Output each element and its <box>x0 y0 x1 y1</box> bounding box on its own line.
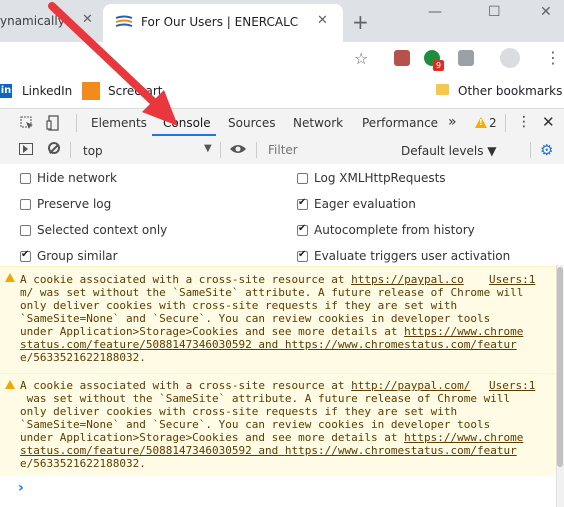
scrollbar-thumb[interactable] <box>557 267 563 467</box>
bookmark-star-icon[interactable]: ☆ <box>354 49 368 68</box>
tab-active[interactable]: For Our Users | ENERCALC ✕ <box>103 4 343 42</box>
filter-input[interactable] <box>262 140 404 160</box>
message-link[interactable]: https://www.chrome <box>404 325 523 338</box>
warning-icon <box>5 273 15 282</box>
preserve-log-label: Preserve log <box>37 197 112 211</box>
inspect-element-icon[interactable] <box>20 116 34 130</box>
toolbar-divider <box>505 114 506 132</box>
new-tab-button[interactable]: + <box>352 10 369 34</box>
minimize-button[interactable]: — <box>428 4 442 20</box>
message-line: e/5633521622188032. <box>20 351 146 364</box>
tab-sources[interactable]: Sources <box>228 116 275 130</box>
message-line: e/5633521622188032. <box>20 457 146 470</box>
close-window-button[interactable]: ✕ <box>540 4 552 20</box>
message-line: `SameSite=None` and `Secure`. You can re… <box>20 418 491 431</box>
message-line: A cookie associated with a cross-site re… <box>20 379 471 392</box>
pdf-extension-icon[interactable] <box>394 50 410 66</box>
folder-icon <box>436 84 449 95</box>
eval-triggers-label: Evaluate triggers user activation <box>314 249 511 263</box>
profile-avatar[interactable] <box>500 48 520 68</box>
toolbar-divider <box>256 142 257 158</box>
console-prompt-row[interactable] <box>0 476 556 500</box>
toolbar-divider <box>530 142 531 158</box>
warning-icon <box>5 380 15 389</box>
tab-console[interactable]: Console <box>163 116 211 130</box>
tab-network[interactable]: Network <box>293 116 343 130</box>
bookmark-screencast[interactable]: Scree art <box>108 84 162 98</box>
eval-triggers-checkbox[interactable] <box>297 249 308 262</box>
message-link[interactable]: https://paypal.co <box>351 273 464 286</box>
message-line: was set without the `SameSite` attribute… <box>20 392 511 405</box>
message-link[interactable]: https://www.chromestatus.com/featur <box>285 444 517 457</box>
message-line: under Application>Storage>Cookies and se… <box>20 325 524 338</box>
enercalc-favicon-icon <box>115 15 133 27</box>
selected-context-label: Selected context only <box>37 223 168 237</box>
other-bookmarks[interactable]: Other bookmarks <box>458 84 562 98</box>
tab-inactive[interactable]: ynamically ✕ <box>0 6 100 36</box>
log-xhr-label: Log XMLHttpRequests <box>314 171 446 185</box>
tab-title: ynamically <box>0 14 65 28</box>
group-similar-checkbox[interactable] <box>20 249 31 262</box>
toolbar-divider <box>220 142 221 158</box>
preserve-log-checkbox[interactable] <box>20 199 31 210</box>
log-xhr-checkbox[interactable] <box>297 173 308 184</box>
more-tabs-button[interactable]: » <box>448 114 457 130</box>
context-value: top <box>83 144 103 158</box>
address-bar-row <box>0 42 564 78</box>
extension-badge: 9 <box>433 60 444 71</box>
eager-eval-label: Eager evaluation <box>314 197 416 211</box>
message-line: only deliver cookies with cross-site req… <box>20 299 458 312</box>
warning-count[interactable]: 2 <box>489 116 497 130</box>
autocomplete-history-checkbox[interactable] <box>297 223 308 236</box>
maximize-button[interactable]: ☐ <box>488 4 501 20</box>
message-line: m/ was set without the `SameSite` attrib… <box>20 286 524 299</box>
autocomplete-history-label: Autocomplete from history <box>314 223 475 237</box>
warning-icon-glyph: ! <box>479 118 483 127</box>
message-source-link[interactable]: Users:1 <box>489 273 535 287</box>
message-source-link[interactable]: Users:1 <box>489 379 535 393</box>
console-prompt-icon: › <box>18 480 24 496</box>
message-line: A cookie associated with a cross-site re… <box>20 273 464 286</box>
tab-close-icon[interactable]: ✕ <box>317 13 328 28</box>
message-line: only deliver cookies with cross-site req… <box>20 405 458 418</box>
message-line: status.com/feature/5088147346030592 and … <box>20 444 517 457</box>
eye-icon[interactable] <box>229 143 247 155</box>
toolbar-divider <box>70 142 71 158</box>
message-line: `SameSite=None` and `Secure`. You can re… <box>20 312 491 325</box>
eager-eval-checkbox[interactable] <box>297 197 308 210</box>
message-link[interactable]: http://paypal.com/ <box>351 379 470 392</box>
linkedin-icon: in <box>0 84 12 98</box>
device-toolbar-icon[interactable] <box>46 115 60 131</box>
group-similar-label: Group similar <box>37 249 118 263</box>
log-levels-dropdown[interactable]: Default levels ▼ <box>401 144 497 158</box>
tab-performance[interactable]: Performance <box>362 116 438 130</box>
message-line: under Application>Storage>Cookies and se… <box>20 431 524 444</box>
extension-icon[interactable] <box>458 50 474 66</box>
devtools-menu-icon[interactable]: ⋮ <box>517 114 531 130</box>
active-tab-indicator <box>152 134 216 136</box>
selected-context-checkbox[interactable] <box>20 225 31 236</box>
hide-network-checkbox[interactable] <box>20 173 31 184</box>
gear-icon[interactable]: ⚙ <box>540 141 553 159</box>
bookmark-linkedin[interactable]: LinkedIn <box>22 84 72 98</box>
tab-title: For Our Users | ENERCALC <box>141 15 299 29</box>
tab-elements[interactable]: Elements <box>91 116 147 130</box>
console-sidebar-icon[interactable] <box>19 143 33 155</box>
clear-console-icon[interactable] <box>48 142 60 154</box>
message-link[interactable]: https://www.chrome <box>404 431 523 444</box>
message-link[interactable]: https://www.chromestatus.com/featur <box>285 338 517 351</box>
browser-menu-icon[interactable]: ⋮ <box>545 48 561 67</box>
message-line: status.com/feature/5088147346030592 and … <box>20 338 517 351</box>
toolbar-divider <box>76 114 77 132</box>
screencast-icon <box>82 82 100 100</box>
chevron-down-icon: ▼ <box>204 143 212 154</box>
tab-close-icon[interactable]: ✕ <box>82 12 93 27</box>
hide-network-label: Hide network <box>37 171 117 185</box>
devtools-close-icon[interactable]: ✕ <box>542 113 555 131</box>
